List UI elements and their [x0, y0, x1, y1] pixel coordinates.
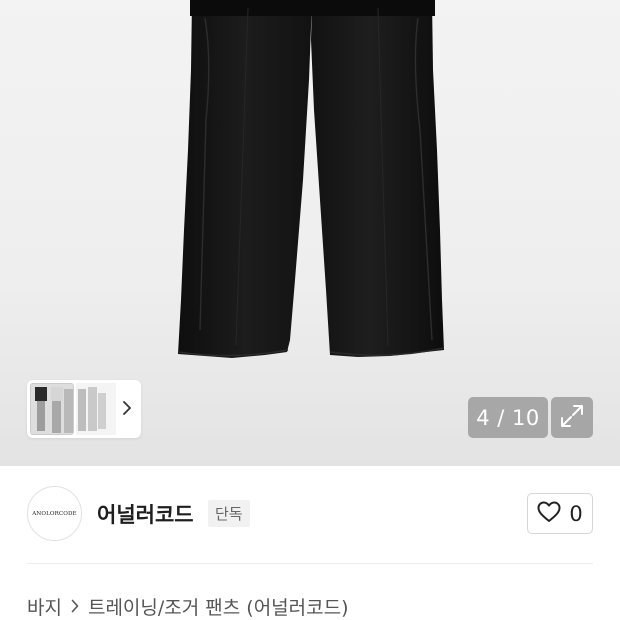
image-counter: 4 / 10	[468, 397, 548, 438]
thumbnail-strip[interactable]	[27, 380, 141, 438]
exclusive-badge: 단독	[208, 500, 250, 527]
breadcrumb: 바지 트레이닝/조거 팬츠 (어널러코드)	[27, 592, 349, 620]
expand-button[interactable]	[551, 397, 593, 438]
thumbnail-next[interactable]	[76, 383, 116, 435]
brand-name[interactable]: 어널러코드	[97, 499, 194, 529]
expand-arrows-icon	[559, 403, 585, 433]
heart-outline-icon	[537, 501, 561, 527]
brand-row: ANOLORCODE 어널러코드 단독 0	[27, 486, 593, 542]
like-button[interactable]: 0	[527, 493, 593, 534]
chevron-right-icon[interactable]	[119, 396, 135, 420]
product-image-gallery[interactable]: 4 / 10	[0, 0, 620, 466]
brand-logo[interactable]: ANOLORCODE	[27, 486, 82, 541]
divider	[27, 563, 593, 564]
thumbnail-active[interactable]	[30, 383, 74, 435]
chevron-right-icon	[71, 599, 79, 613]
breadcrumb-category[interactable]: 바지	[27, 593, 62, 620]
like-count: 0	[569, 501, 583, 526]
breadcrumb-subcategory[interactable]: 트레이닝/조거 팬츠 (어널러코드)	[88, 593, 349, 620]
